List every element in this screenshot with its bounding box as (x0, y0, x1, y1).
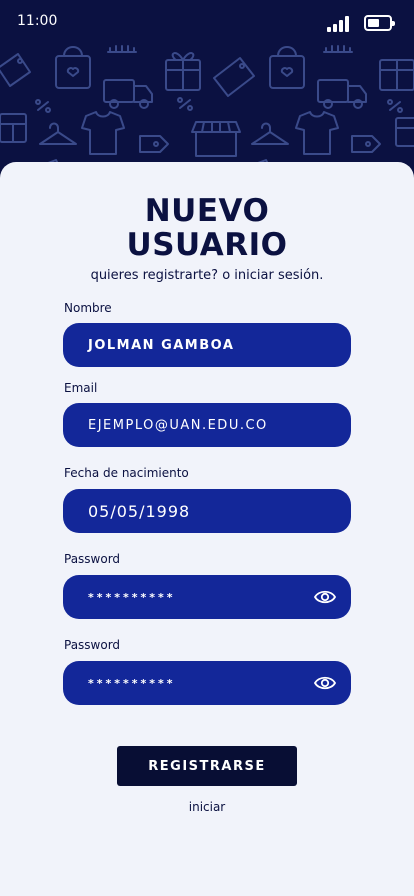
store-icon (191, 121, 241, 157)
status-bar: 11:00 (0, 0, 414, 44)
shirt-icon (81, 111, 125, 155)
registration-card: NUEVO USUARIO quieres registrarte? o ini… (0, 162, 414, 896)
page-subtitle: quieres registrarte? o iniciar sesión. (90, 268, 324, 283)
gift-icon (379, 59, 414, 91)
percent-icon (177, 97, 193, 111)
battery-icon (364, 15, 395, 31)
basket-icon (107, 45, 137, 53)
eye-icon[interactable] (314, 589, 336, 605)
shirt-icon (295, 111, 339, 155)
email-value: EJEMPLO@UAN.EDU.CO (88, 417, 268, 433)
hanger-icon (251, 122, 289, 145)
nombre-field[interactable]: JOLMAN GAMBOA (63, 323, 351, 367)
email-field[interactable]: EJEMPLO@UAN.EDU.CO (63, 403, 351, 447)
truck-icon (317, 79, 367, 109)
tag-icon (139, 135, 169, 153)
percent-icon (387, 99, 403, 113)
hanger-icon (39, 122, 77, 145)
nombre-label: Nombre (64, 301, 112, 315)
percent-icon (35, 99, 51, 113)
register-button[interactable]: REGISTRARSE (117, 746, 297, 786)
truck-icon (103, 79, 153, 109)
tag-icon (351, 135, 381, 153)
title-line-1: NUEVO (144, 193, 270, 229)
nombre-value: JOLMAN GAMBOA (88, 337, 235, 353)
page-title: NUEVO USUARIO (0, 194, 414, 262)
bag-icon (55, 46, 91, 89)
store-icon (0, 113, 27, 143)
fecha-label: Fecha de nacimiento (64, 466, 189, 480)
fecha-field[interactable]: 05/05/1998 (63, 489, 351, 533)
status-time: 11:00 (17, 13, 58, 29)
tag-icon (213, 57, 255, 97)
bag-icon (269, 46, 305, 89)
signal-icon (327, 14, 351, 32)
password-value: ********** (88, 590, 176, 604)
email-label: Email (64, 381, 98, 395)
password-confirm-field[interactable]: ********** (63, 661, 351, 705)
gift-icon (165, 52, 201, 91)
basket-icon (323, 45, 353, 53)
title-line-2: USUARIO (126, 227, 288, 263)
password-confirm-value: ********** (88, 676, 176, 690)
store-icon (395, 117, 414, 147)
password-field[interactable]: ********** (63, 575, 351, 619)
tag-icon (0, 53, 31, 87)
password-label: Password (64, 552, 121, 566)
shopping-pattern-background (0, 45, 414, 173)
eye-icon[interactable] (314, 675, 336, 691)
login-link[interactable]: iniciar (0, 800, 414, 814)
fecha-value: 05/05/1998 (88, 501, 191, 521)
password-confirm-label: Password (64, 638, 121, 652)
